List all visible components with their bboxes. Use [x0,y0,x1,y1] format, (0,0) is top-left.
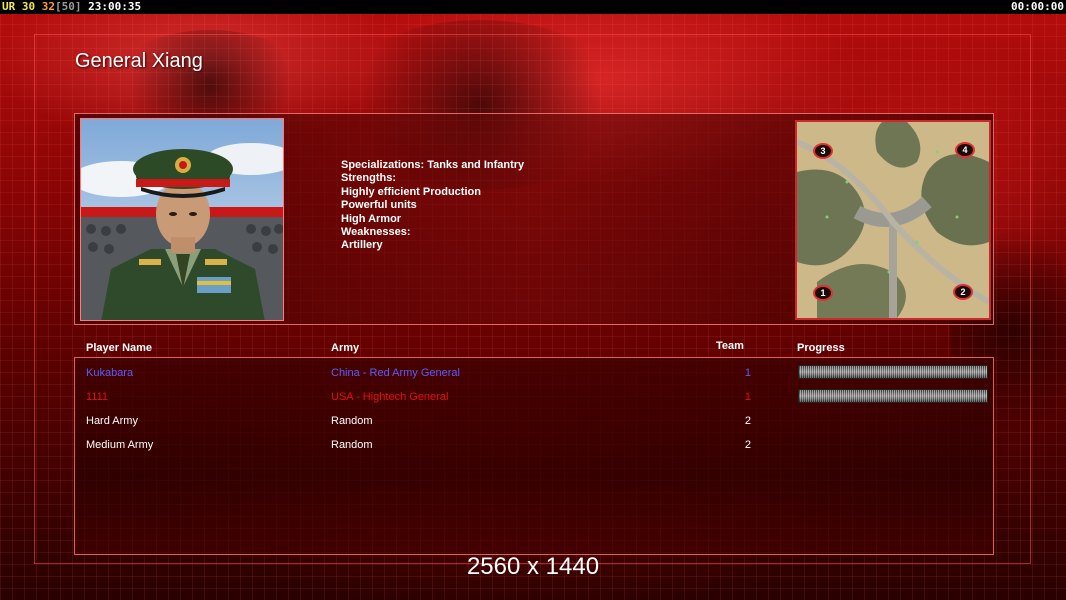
general-portrait-image [81,119,283,320]
frame-border-right [1030,34,1031,564]
player-progress-bar [798,389,988,403]
detail-line-strengths-heading: Strengths: [341,172,396,185]
detail-line-weakness: Artillery [341,239,383,252]
hud-bar: UR 30 32[50] 23:00:35 00:00:00 [0,0,1066,14]
map-preview[interactable]: 1 2 3 4 [795,120,991,320]
frame-border-top [34,34,1030,35]
player-progress-bar [798,365,988,379]
start-position-3[interactable]: 3 [813,143,833,159]
player-team: 1 [744,391,751,403]
player-team: 2 [744,439,751,451]
header-team: Team [716,340,744,352]
general-details: Specializations: Tanks and Infantry Stre… [341,159,524,253]
header-player-name: Player Name [86,342,153,354]
player-army: Random [331,415,373,427]
start-position-2[interactable]: 2 [953,284,973,300]
header-progress: Progress [797,342,845,354]
player-army: USA - Hightech General [331,391,449,403]
general-name-title: General Xiang [75,50,203,72]
current-value: 32 [41,0,55,13]
player-name: Medium Army [86,439,154,451]
start-position-1[interactable]: 1 [813,285,833,301]
general-portrait [80,118,284,321]
player-name: Hard Army [86,415,138,427]
player-team: 1 [744,367,751,379]
players-list-panel [74,357,994,555]
detail-line-specializations: Specializations: Tanks and Infantry [341,159,525,171]
frame-border-left [34,34,35,564]
player-name: Kukabara [86,367,134,379]
resolution-label: 2560 x 1440 [466,553,600,580]
start-position-4[interactable]: 4 [955,142,975,158]
header-army: Army [331,342,360,354]
detail-line-strength: Powerful units [341,199,417,212]
fps-counter: UR 30 32[50] 23:00:35 [2,0,141,14]
game-timer: 00:00:00 [1011,0,1064,13]
player-team: 2 [744,415,751,427]
player-army: Random [331,439,373,451]
fps-value: 30 [21,0,36,13]
fps-label: UR [2,0,16,13]
detail-line-weaknesses-heading: Weaknesses: [341,226,411,239]
detail-line-strength: High Armor [341,212,402,225]
clock: 23:00:35 [88,0,142,13]
detail-line-strength: Highly efficient Production [341,185,481,198]
player-name: 1111 [86,391,109,403]
player-army: China - Red Army General [331,367,460,379]
max-value: [50] [55,0,82,13]
